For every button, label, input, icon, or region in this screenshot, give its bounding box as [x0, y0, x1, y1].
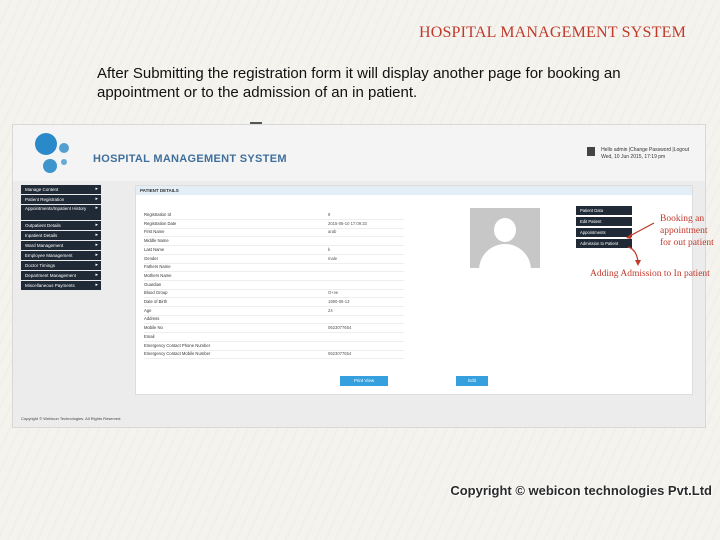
edit-button[interactable]: Edit — [456, 376, 488, 386]
field-value: k — [328, 246, 331, 252]
field-divider — [144, 358, 404, 360]
avatar-body-icon — [479, 244, 531, 268]
chevron-right-icon: ▸ — [95, 242, 98, 248]
field-label: Fathers Name — [144, 264, 171, 270]
menu-item-appointments[interactable]: Appointments — [576, 228, 632, 237]
chevron-right-icon: ▸ — [95, 205, 98, 211]
field-label: Registration Id — [144, 212, 171, 217]
field-value: 8 — [328, 212, 331, 217]
field-label: Guardian — [144, 281, 162, 287]
arrowhead-icon — [635, 260, 641, 266]
app-screenshot: HOSPITAL MANAGEMENT SYSTEM Hello admin |… — [12, 124, 714, 428]
nav-item-inpatient[interactable]: Inpatient Details ▸ — [21, 231, 101, 240]
field-label: Emergency Contact Phone Number — [144, 342, 211, 348]
field-label: Date of Birth — [144, 299, 168, 304]
app-title: HOSPITAL MANAGEMENT SYSTEM — [93, 153, 287, 165]
user-links[interactable]: Hello admin |Change Password |Logout — [601, 147, 689, 154]
field-label: Mothers Name — [144, 272, 172, 278]
field-label: Registration Date — [144, 220, 177, 226]
field-value: 1990-05-13 — [328, 299, 350, 304]
print-view-button[interactable]: Print View — [340, 376, 388, 386]
app-footer: Copyright © Webicon Technologies. All Ri… — [21, 416, 122, 421]
avatar-head-icon — [494, 218, 516, 242]
logo-icon — [31, 129, 85, 179]
arrow-to-admission — [627, 246, 639, 262]
user-icon — [587, 147, 596, 156]
menu-item-edit-patient[interactable]: Edit Patient — [576, 217, 632, 226]
chevron-right-icon: ▸ — [95, 186, 98, 192]
field-label: Middle Name — [144, 238, 169, 244]
field-label: Blood Group — [144, 290, 168, 296]
field-value: 0623077654 — [328, 325, 352, 331]
nav-item-misc-payments[interactable]: Miscellaneous Payments ▸ — [21, 281, 101, 290]
field-label: First Name — [144, 229, 165, 235]
field-value: 24 — [328, 307, 333, 313]
chevron-right-icon: ▸ — [95, 262, 98, 268]
chevron-right-icon: ▸ — [95, 272, 98, 278]
field-label: Age — [144, 307, 152, 313]
field-label: Gender — [144, 255, 158, 261]
annotation-adding-admission: Adding Admission to In patient — [590, 269, 710, 279]
nav-item-appointments[interactable]: Appointments/Inpatient History ▸ — [21, 205, 101, 220]
field-label: Address — [144, 316, 160, 322]
app-header: HOSPITAL MANAGEMENT SYSTEM Hello admin |… — [13, 125, 705, 181]
panel-heading: PATIENT DETAILS — [136, 186, 692, 195]
slide-copyright: Copyright © webicon technologies Pvt.Ltd — [450, 483, 712, 498]
nav-item-outpatient[interactable]: Outpatient Details ▸ — [21, 221, 101, 230]
nav-item-doctor-timings[interactable]: Doctor Timings ▸ — [21, 261, 101, 270]
annotation-booking: Booking an appointment for out patient — [660, 214, 714, 248]
menu-item-patient-data[interactable]: Patient Data — [576, 206, 632, 215]
chevron-right-icon: ▸ — [95, 196, 98, 202]
sidebar-nav: Manage Content ▸ Patient Registration ▸ Ap… — [21, 185, 101, 291]
slide-title: HOSPITAL MANAGEMENT SYSTEM — [418, 24, 686, 41]
field-value: 0623077654 — [328, 351, 352, 357]
field-label: Emergency Contact Mobile Number — [144, 351, 211, 357]
field-label: Last Name — [144, 246, 165, 252]
field-value: O+ve — [328, 290, 339, 296]
nav-item-manage-content[interactable]: Manage Content ▸ — [21, 185, 101, 194]
patient-action-menu: Patient Data Edit Patient Appointments A… — [576, 206, 632, 250]
field-value: arab — [328, 229, 337, 235]
arrowhead-icon — [626, 233, 632, 239]
nav-item-patient-registration[interactable]: Patient Registration ▸ — [21, 195, 101, 204]
chevron-right-icon: ▸ — [95, 282, 98, 288]
patient-photo — [470, 208, 540, 268]
user-info: Hello admin |Change Password |Logout Wed… — [587, 147, 689, 161]
current-datetime: Wed, 10 Jun 2015, 17:19 pm — [601, 154, 666, 160]
chevron-right-icon: ▸ — [95, 222, 98, 228]
patient-details-panel: PATIENT DETAILS Registration Id 8 Registra… — [135, 185, 714, 395]
nav-item-department[interactable]: Department Management ▸ — [21, 271, 101, 280]
chevron-right-icon: ▸ — [95, 252, 98, 258]
field-value: male — [328, 255, 338, 261]
menu-item-admission[interactable]: Admission to Patient — [576, 239, 632, 248]
chevron-right-icon: ▸ — [95, 232, 98, 238]
arrow-to-appointments — [627, 222, 655, 238]
field-label: Mobile No — [144, 325, 163, 331]
slide-intro-text: After Submitting the registration form i… — [97, 65, 621, 101]
nav-item-ward[interactable]: Ward Management ▸ — [21, 241, 101, 250]
nav-item-employee[interactable]: Employee Management ▸ — [21, 251, 101, 260]
field-value: 2015-06-10 17:09:33 — [328, 220, 367, 226]
field-label: Email — [144, 333, 155, 339]
